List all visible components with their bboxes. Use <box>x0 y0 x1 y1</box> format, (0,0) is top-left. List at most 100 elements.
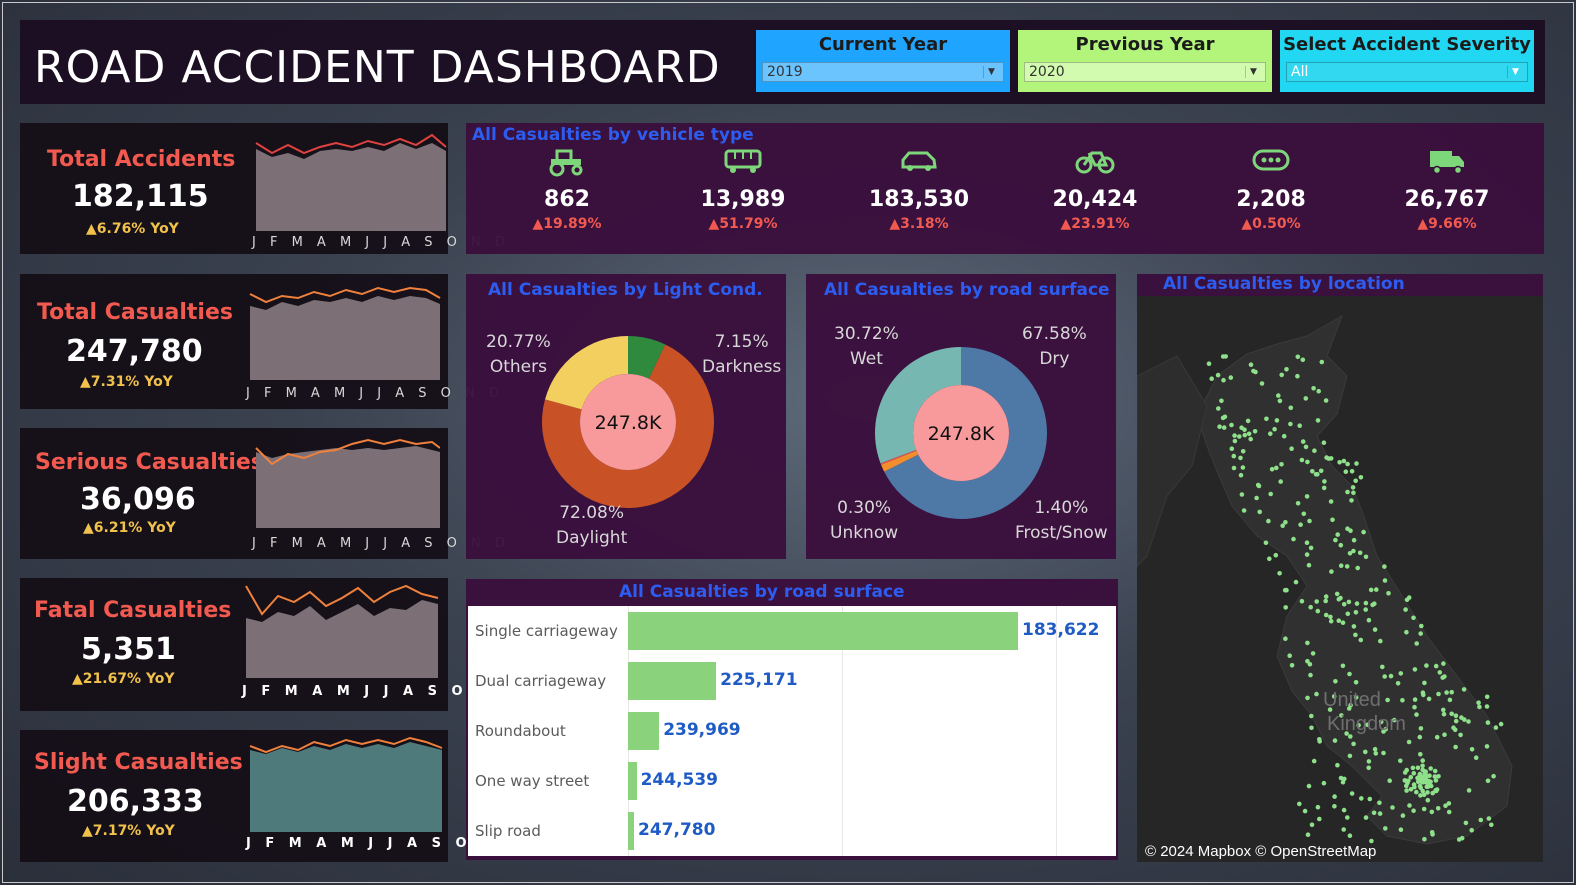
casualty-dot[interactable] <box>1342 776 1347 782</box>
casualty-dot[interactable] <box>1411 771 1417 776</box>
casualty-dot[interactable] <box>1269 466 1275 472</box>
casualty-dot[interactable] <box>1463 820 1469 826</box>
casualty-dot[interactable] <box>1301 511 1307 517</box>
casualty-dot[interactable] <box>1408 774 1414 780</box>
casualty-dot[interactable] <box>1273 552 1279 558</box>
casualty-dot[interactable] <box>1341 458 1347 464</box>
casualty-dot[interactable] <box>1303 396 1309 401</box>
casualty-dot[interactable] <box>1305 459 1310 465</box>
casualty-dot[interactable] <box>1297 423 1302 428</box>
casualty-dot[interactable] <box>1336 618 1342 623</box>
casualty-dot[interactable] <box>1345 611 1351 617</box>
casualty-dot[interactable] <box>1378 638 1383 644</box>
casualty-dot[interactable] <box>1469 747 1475 752</box>
casualty-dot[interactable] <box>1489 822 1494 828</box>
severity-select[interactable]: All ▼ <box>1286 62 1528 82</box>
casualty-dot[interactable] <box>1404 788 1409 793</box>
casualty-dot[interactable] <box>1398 827 1404 832</box>
casualty-dot[interactable] <box>1400 698 1405 703</box>
casualty-dot[interactable] <box>1477 704 1482 710</box>
casualty-dot[interactable] <box>1317 737 1322 742</box>
casualty-dot[interactable] <box>1373 751 1379 756</box>
chevron-down-icon[interactable]: ▼ <box>1507 66 1523 78</box>
casualty-dot[interactable] <box>1398 671 1404 676</box>
casualty-dot[interactable] <box>1219 398 1224 404</box>
casualty-dot[interactable] <box>1349 498 1354 503</box>
casualty-dot[interactable] <box>1253 369 1258 375</box>
casualty-dot[interactable] <box>1388 673 1394 679</box>
bar[interactable] <box>628 812 634 850</box>
casualty-dot[interactable] <box>1295 354 1301 360</box>
casualty-dot[interactable] <box>1462 717 1467 722</box>
casualty-dot[interactable] <box>1469 827 1474 833</box>
casualty-dot[interactable] <box>1418 631 1423 636</box>
casualty-dot[interactable] <box>1395 681 1401 686</box>
casualty-dot[interactable] <box>1240 465 1246 470</box>
casualty-dot[interactable] <box>1310 469 1315 474</box>
casualty-dot[interactable] <box>1372 627 1378 632</box>
casualty-dot[interactable] <box>1338 542 1344 548</box>
casualty-dot[interactable] <box>1206 361 1212 366</box>
chevron-down-icon[interactable]: ▼ <box>1245 66 1261 78</box>
casualty-dot[interactable] <box>1461 687 1467 692</box>
casualty-dot[interactable] <box>1305 695 1310 701</box>
casualty-dot[interactable] <box>1377 811 1383 816</box>
casualty-dot[interactable] <box>1441 707 1446 713</box>
casualty-dot[interactable] <box>1406 595 1412 600</box>
casualty-dot[interactable] <box>1335 532 1340 537</box>
casualty-dot[interactable] <box>1420 758 1425 763</box>
casualty-dot[interactable] <box>1217 424 1222 429</box>
casualty-dot[interactable] <box>1422 836 1427 842</box>
bar[interactable] <box>628 712 660 750</box>
casualty-dot[interactable] <box>1295 501 1301 506</box>
casualty-dot[interactable] <box>1328 618 1334 624</box>
casualty-dot[interactable] <box>1238 472 1244 478</box>
casualty-dot[interactable] <box>1415 765 1421 771</box>
casualty-dot[interactable] <box>1254 495 1259 501</box>
casualty-dot[interactable] <box>1386 591 1391 596</box>
casualty-dot[interactable] <box>1279 372 1284 378</box>
casualty-dot[interactable] <box>1289 446 1294 451</box>
casualty-dot[interactable] <box>1412 697 1418 702</box>
casualty-dot[interactable] <box>1288 421 1293 427</box>
casualty-dot[interactable] <box>1359 796 1364 801</box>
casualty-dot[interactable] <box>1300 439 1306 444</box>
casualty-dot[interactable] <box>1381 750 1386 756</box>
casualty-dot[interactable] <box>1228 375 1234 380</box>
casualty-dot[interactable] <box>1433 788 1439 794</box>
casualty-dot[interactable] <box>1484 694 1490 700</box>
casualty-dot[interactable] <box>1340 663 1346 669</box>
casualty-dot[interactable] <box>1363 554 1369 560</box>
previous-year-filter[interactable]: Previous Year 2020 ▼ <box>1018 30 1272 92</box>
casualty-dot[interactable] <box>1299 598 1305 604</box>
casualty-dot[interactable] <box>1298 522 1303 527</box>
casualty-dot[interactable] <box>1353 478 1358 484</box>
casualty-dot[interactable] <box>1268 491 1273 497</box>
casualty-dot[interactable] <box>1351 741 1356 747</box>
casualty-dot[interactable] <box>1326 456 1331 461</box>
casualty-dot[interactable] <box>1319 359 1325 365</box>
casualty-dot[interactable] <box>1372 746 1378 752</box>
casualty-dot[interactable] <box>1257 509 1262 515</box>
casualty-dot[interactable] <box>1476 700 1481 705</box>
casualty-dot[interactable] <box>1371 810 1377 816</box>
casualty-dot[interactable] <box>1421 806 1427 812</box>
casualty-dot[interactable] <box>1255 482 1261 488</box>
casualty-dot[interactable] <box>1312 448 1317 453</box>
casualty-dot[interactable] <box>1323 594 1329 599</box>
casualty-dot[interactable] <box>1407 803 1412 808</box>
casualty-dot[interactable] <box>1321 440 1327 445</box>
casualty-dot[interactable] <box>1343 469 1349 474</box>
casualty-dot[interactable] <box>1229 422 1234 428</box>
casualty-dot[interactable] <box>1341 827 1346 832</box>
casualty-dot[interactable] <box>1446 809 1452 815</box>
casualty-dot[interactable] <box>1453 713 1459 718</box>
casualty-dot[interactable] <box>1402 778 1408 783</box>
casualty-dot[interactable] <box>1424 663 1429 668</box>
casualty-dot[interactable] <box>1340 620 1346 625</box>
casualty-dot[interactable] <box>1380 664 1385 670</box>
casualty-dot[interactable] <box>1221 425 1227 430</box>
casualty-dot[interactable] <box>1302 808 1308 814</box>
casualty-dot[interactable] <box>1297 801 1302 807</box>
casualty-dot[interactable] <box>1321 485 1327 491</box>
